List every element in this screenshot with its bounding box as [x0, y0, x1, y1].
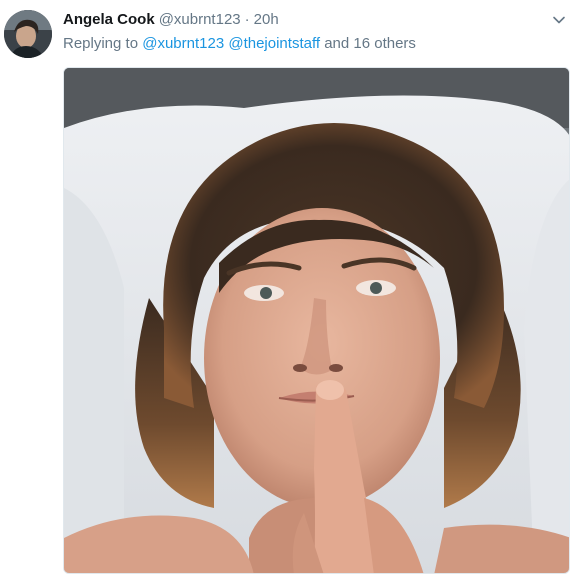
- chevron-down-icon[interactable]: [551, 12, 567, 28]
- separator-dot: ·: [244, 11, 250, 28]
- replying-to-line: Replying to @xubrnt123 @thejointstaff an…: [63, 34, 416, 54]
- tweet: Angela Cook @xubrnt123 · 20h Replying to…: [0, 0, 575, 582]
- avatar[interactable]: [4, 10, 52, 58]
- tweet-photo[interactable]: [63, 67, 570, 574]
- author-name[interactable]: Angela Cook: [63, 10, 155, 30]
- selfie-photo: [64, 68, 569, 573]
- replying-suffix[interactable]: and 16 others: [324, 35, 416, 52]
- author-handle[interactable]: @xubrnt123: [159, 10, 241, 30]
- avatar-photo-icon: [4, 10, 52, 58]
- tweet-timestamp[interactable]: 20h: [254, 10, 279, 30]
- tweet-header: Angela Cook @xubrnt123 · 20h: [63, 10, 279, 30]
- reply-mention-link[interactable]: @thejointstaff: [228, 35, 320, 52]
- replying-prefix: Replying to: [63, 35, 139, 52]
- reply-mention-link[interactable]: @xubrnt123: [142, 35, 224, 52]
